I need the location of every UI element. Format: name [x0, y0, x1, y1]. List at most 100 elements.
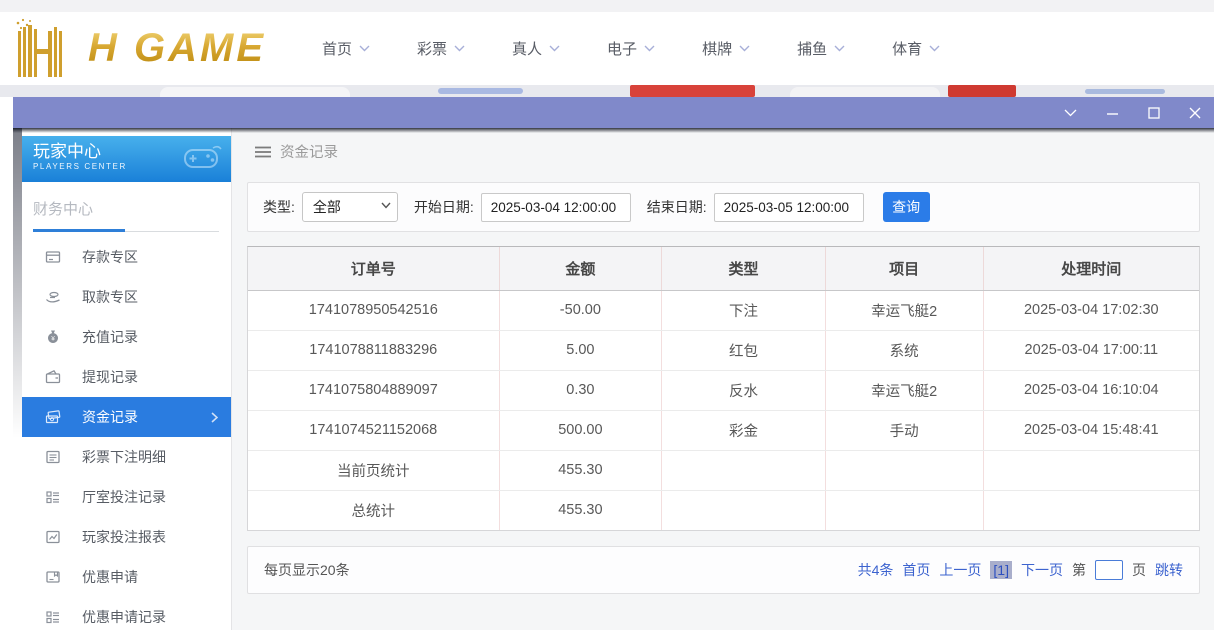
nav-item-slots[interactable]: 电子: [607, 38, 655, 59]
sidebar-item-withdrawal-records[interactable]: 提现记录: [22, 357, 231, 397]
nav-label: 体育: [892, 38, 922, 59]
jump-prefix: 第: [1072, 560, 1086, 580]
sidebar-header: 玩家中心 PLAYERS CENTER: [22, 136, 231, 182]
query-button[interactable]: 查询: [883, 192, 930, 222]
cell-amount: 5.00: [499, 330, 662, 370]
column-header-type: 类型: [662, 247, 826, 290]
sidebar-item-label: 玩家投注报表: [82, 527, 166, 547]
gamepad-icon: [179, 144, 223, 174]
sidebar-item-label: 优惠申请: [82, 567, 138, 587]
chevron-down-icon: [929, 45, 940, 52]
bank-card-icon: [45, 249, 61, 265]
inner-shadow-left: [13, 128, 22, 438]
main-panel: 资金记录 类型: 全部 开始日期: 结束日期: 查询: [232, 128, 1214, 630]
cell-project: 幸运飞艇2: [825, 370, 983, 410]
nav-item-live[interactable]: 真人: [512, 38, 560, 59]
nav-item-home[interactable]: 首页: [322, 38, 370, 59]
next-page-link[interactable]: 下一页: [1021, 560, 1063, 580]
sidebar-item-label: 资金记录: [82, 407, 138, 427]
sidebar-item-funds-records[interactable]: 资金记录: [22, 397, 231, 437]
window-controls: [1064, 97, 1201, 128]
site-header: H GAME 首页 彩票 真人 电子 棋牌: [0, 12, 1214, 85]
column-header-project: 项目: [825, 247, 983, 290]
sidebar-item-label: 彩票下注明细: [82, 447, 166, 467]
sidebar-item-lottery-bet-details[interactable]: 彩票下注明细: [22, 437, 231, 477]
nav-label: 首页: [322, 38, 352, 59]
wallet-icon: [45, 369, 61, 385]
sidebar-item-promo-apply-records[interactable]: 优惠申请记录: [22, 597, 231, 630]
background-page-strip: [0, 85, 1214, 97]
type-select[interactable]: 全部: [302, 192, 398, 222]
first-page-link[interactable]: 首页: [902, 560, 930, 580]
banner-fragment: [1085, 89, 1165, 94]
sidebar-section: 财务中心: [22, 182, 231, 232]
column-header-time: 处理时间: [983, 247, 1199, 290]
list-icon: [45, 609, 61, 625]
jump-page-input[interactable]: [1095, 560, 1123, 580]
cell-time: 2025-03-04 17:02:30: [983, 290, 1199, 330]
sidebar-section-label: 财务中心: [33, 198, 219, 219]
sidebar: 玩家中心 PLAYERS CENTER 财务中心: [22, 128, 232, 630]
table-row: 1741078811883296 5.00 红包 系统 2025-03-04 1…: [248, 330, 1199, 370]
nav-label: 真人: [512, 38, 542, 59]
summary-row-total: 总统计 455.30: [248, 490, 1199, 530]
jump-button[interactable]: 跳转: [1155, 560, 1183, 580]
close-icon[interactable]: [1189, 107, 1201, 119]
minimize-icon[interactable]: [1106, 109, 1119, 117]
pager: 共4条 首页 上一页 [1] 下一页 第 页 跳转: [858, 560, 1183, 580]
banknotes-icon: [45, 409, 61, 425]
sidebar-item-recharge-records[interactable]: ¥ 充值记录: [22, 317, 231, 357]
window-titlebar[interactable]: [13, 97, 1214, 128]
sidebar-menu: 存款专区 取款专区 ¥ 充值记录: [22, 237, 231, 630]
nav-item-lottery[interactable]: 彩票: [417, 38, 465, 59]
breadcrumb: 资金记录: [232, 128, 1214, 175]
sidebar-item-promo-apply[interactable]: 优惠申请: [22, 557, 231, 597]
cell-project: 幸运飞艇2: [825, 290, 983, 330]
banner-fragment: [790, 87, 940, 97]
report-chart-icon: [45, 529, 61, 545]
cell-order-no: 1741078950542516: [248, 290, 499, 330]
cell-order-no: 1741074521152068: [248, 410, 499, 450]
sidebar-item-label: 优惠申请记录: [82, 607, 166, 627]
sidebar-item-player-bet-report[interactable]: 玩家投注报表: [22, 517, 231, 557]
page-title: 资金记录: [280, 141, 338, 162]
nav-item-sports[interactable]: 体育: [892, 38, 940, 59]
site-nav: 首页 彩票 真人 电子 棋牌 捕鱼: [322, 12, 940, 85]
summary-row-current-page: 当前页统计 455.30: [248, 450, 1199, 490]
chevron-right-icon: [211, 412, 218, 423]
money-bag-icon: ¥: [45, 329, 61, 345]
start-date-label: 开始日期:: [414, 197, 474, 217]
prev-page-link[interactable]: 上一页: [939, 560, 981, 580]
chevron-down-icon: [644, 45, 655, 52]
maximize-icon[interactable]: [1148, 107, 1160, 119]
page-size-text: 每页显示20条: [264, 560, 350, 580]
chevron-down-icon[interactable]: [1064, 109, 1077, 117]
nav-item-fishing[interactable]: 捕鱼: [797, 38, 845, 59]
nav-item-cards[interactable]: 棋牌: [702, 38, 750, 59]
hamburger-icon[interactable]: [255, 146, 271, 158]
nav-label: 棋牌: [702, 38, 732, 59]
banner-fragment: [948, 85, 1016, 97]
coupon-icon: [45, 569, 61, 585]
cell-time: 2025-03-04 17:00:11: [983, 330, 1199, 370]
svg-text:¥: ¥: [51, 336, 55, 343]
list-icon: [45, 489, 61, 505]
chevron-down-icon: [739, 45, 750, 52]
screen: H GAME 首页 彩票 真人 电子 棋牌: [0, 0, 1214, 630]
logo-text: H GAME: [88, 26, 266, 71]
cell-order-no: 1741075804889097: [248, 370, 499, 410]
brand-logo[interactable]: H GAME: [10, 16, 266, 80]
logo-stripes-icon: [10, 17, 82, 79]
start-date-input[interactable]: [481, 193, 631, 222]
nav-label: 彩票: [417, 38, 447, 59]
section-divider: [33, 229, 219, 232]
summary-label: 总统计: [248, 490, 499, 530]
filter-bar: 类型: 全部 开始日期: 结束日期: 查询: [247, 182, 1200, 232]
sidebar-item-room-bet-records[interactable]: 厅室投注记录: [22, 477, 231, 517]
document-icon: [45, 449, 61, 465]
end-date-input[interactable]: [714, 193, 864, 222]
sidebar-item-withdraw-zone[interactable]: 取款专区: [22, 277, 231, 317]
nav-label: 电子: [607, 38, 637, 59]
type-label: 类型:: [263, 197, 295, 217]
sidebar-item-deposit-zone[interactable]: 存款专区: [22, 237, 231, 277]
